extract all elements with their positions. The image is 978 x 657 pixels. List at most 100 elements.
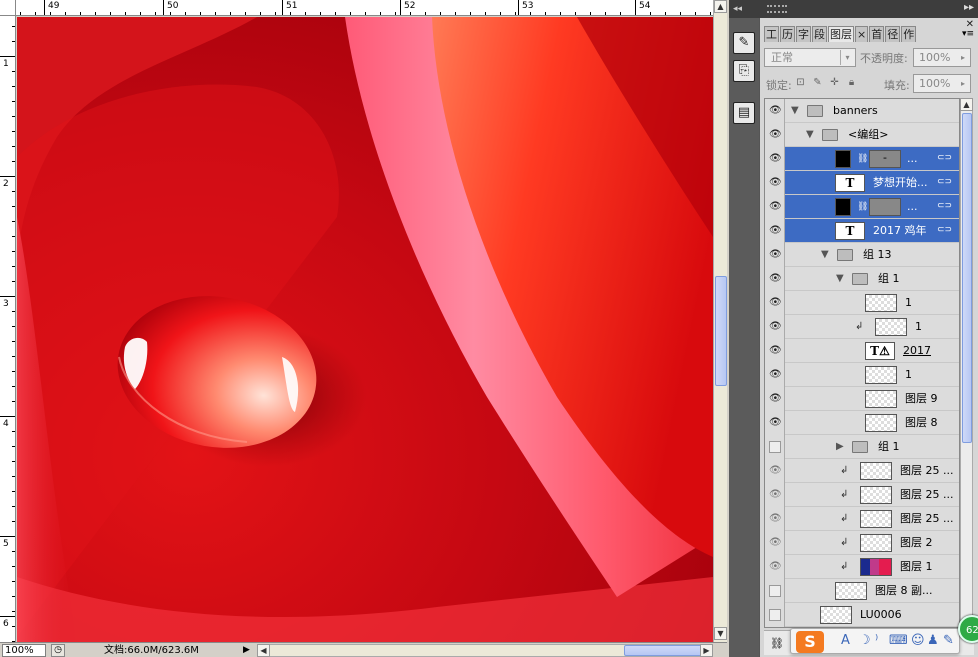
layer-row[interactable]: 👁︎ 图层 8 xyxy=(765,411,959,435)
tab-8[interactable]: 作 xyxy=(901,26,917,42)
layer-row[interactable]: 👁︎ T⚠ 2017 xyxy=(765,339,959,363)
layers-scroll-thumb[interactable] xyxy=(962,113,972,443)
layer-row[interactable]: 👁︎ ⛓... ⊂⊃ xyxy=(765,195,959,219)
network-badge[interactable]: 62 xyxy=(958,615,978,643)
opacity-field[interactable]: 100% ▸ xyxy=(913,48,971,67)
layer-visibility-toggle[interactable]: 👁︎ xyxy=(765,219,785,243)
layer-visibility-toggle[interactable]: 👁︎ xyxy=(765,315,785,339)
layer-visibility-toggle[interactable]: 👁︎ xyxy=(765,171,785,195)
layer-row[interactable]: ▶ 组 1 xyxy=(765,435,959,459)
layer-visibility-toggle[interactable] xyxy=(765,579,785,603)
layer-visibility-toggle[interactable]: 👁︎ xyxy=(765,411,785,435)
tab-0[interactable]: 工 xyxy=(764,26,779,42)
layer-row[interactable]: 👁︎ T 2017 鸡年 ⊂⊃ xyxy=(765,219,959,243)
horizontal-scroll-thumb[interactable] xyxy=(624,645,704,656)
layer-visibility-toggle[interactable]: 👁︎ xyxy=(765,531,785,555)
canvas-vertical-scrollbar[interactable]: ▲ ▼ xyxy=(713,0,727,642)
dock-collapse-icon[interactable]: ◂◂ xyxy=(729,0,759,18)
ime-moon-icon[interactable]: ☽ xyxy=(859,633,871,648)
layer-visibility-toggle[interactable]: 👁︎ xyxy=(765,123,785,147)
layer-visibility-toggle[interactable]: 👁︎ xyxy=(765,291,785,315)
clone-source-icon[interactable]: ⎘ xyxy=(733,60,755,82)
scroll-up-icon[interactable]: ▲ xyxy=(960,98,973,111)
link-layers-icon[interactable]: ⛓ xyxy=(770,637,784,650)
layer-row[interactable]: 👁︎ 图层 9 xyxy=(765,387,959,411)
ime-logo[interactable]: S xyxy=(796,631,824,653)
notes-icon[interactable]: ▤ xyxy=(733,102,755,124)
expand-triangle-icon[interactable]: ▼ xyxy=(791,105,799,116)
layer-row[interactable]: 👁︎ ⛓ -... ⊂⊃ xyxy=(765,147,959,171)
layer-row[interactable]: 👁︎ ↲ 图层 25 ... xyxy=(765,459,959,483)
tab-4[interactable]: 图层 xyxy=(828,26,854,42)
ime-mode-icon[interactable]: A xyxy=(841,633,850,648)
layer-visibility-toggle[interactable]: 👁︎ xyxy=(765,459,785,483)
layer-visibility-toggle[interactable] xyxy=(765,435,785,459)
layer-row[interactable]: 👁︎ 1 xyxy=(765,363,959,387)
scroll-up-icon[interactable]: ▲ xyxy=(714,0,727,13)
scroll-down-icon[interactable]: ▼ xyxy=(714,627,727,640)
scroll-left-icon[interactable]: ◀ xyxy=(257,644,270,657)
status-info-icon[interactable]: ◷ xyxy=(51,644,65,657)
zoom-field[interactable]: 100% xyxy=(2,644,46,657)
brush-tool-icon[interactable]: ✎ xyxy=(733,32,755,54)
panel-menu-icon[interactable]: ▾≡ xyxy=(962,29,974,39)
layer-row[interactable]: 👁︎ T 梦想开始... ⊂⊃ xyxy=(765,171,959,195)
tab-3[interactable]: 段 xyxy=(812,26,827,42)
tab-5[interactable]: × xyxy=(855,26,869,42)
panel-expand-icon[interactable]: ▸▸ xyxy=(964,2,974,13)
layer-row[interactable]: 👁︎ 1 xyxy=(765,291,959,315)
document-canvas[interactable] xyxy=(17,17,713,642)
layer-row[interactable]: 👁︎ ▼ 组 13 xyxy=(765,243,959,267)
tab-7[interactable]: 径 xyxy=(885,26,901,42)
layer-row[interactable]: 👁︎ ↲ 图层 2 xyxy=(765,531,959,555)
ime-punct-icon[interactable]: ⁾ xyxy=(875,633,878,648)
lock-transparent-icon[interactable]: ⊡ xyxy=(794,76,807,89)
expand-triangle-icon[interactable]: ▼ xyxy=(806,129,814,140)
layer-row[interactable]: 👁︎ ↲ 图层 1 xyxy=(765,555,959,579)
layer-row[interactable]: 👁︎ ▼ <编组> xyxy=(765,123,959,147)
layer-visibility-toggle[interactable]: 👁︎ xyxy=(765,147,785,171)
lock-image-icon[interactable]: ✎ xyxy=(811,76,824,89)
vertical-scroll-thumb[interactable] xyxy=(715,276,727,386)
layer-visibility-toggle[interactable]: 👁︎ xyxy=(765,387,785,411)
layer-row[interactable]: 👁︎ ▼ 组 1 xyxy=(765,267,959,291)
layer-row[interactable]: 👁︎ ▼ banners xyxy=(765,99,959,123)
layer-visibility-toggle[interactable] xyxy=(765,603,785,627)
layer-visibility-toggle[interactable]: 👁︎ xyxy=(765,339,785,363)
lock-position-icon[interactable]: ✛ xyxy=(828,76,841,89)
layer-visibility-toggle[interactable]: 👁︎ xyxy=(765,267,785,291)
layers-scrollbar[interactable]: ▲ xyxy=(960,98,973,628)
fill-arrow-icon[interactable]: ▸ xyxy=(961,75,965,92)
blend-mode-select[interactable]: 正常 ▾ xyxy=(764,48,856,67)
scroll-right-icon[interactable]: ▶ xyxy=(700,644,713,657)
ime-user-icon[interactable]: ☺ xyxy=(911,633,925,648)
mask-link-icon[interactable]: ⛓ xyxy=(857,154,868,164)
panel-grip[interactable] xyxy=(767,5,787,13)
chevron-down-icon[interactable]: ▾ xyxy=(840,50,854,65)
layer-row[interactable]: 👁︎ ↲ 1 xyxy=(765,315,959,339)
collapse-triangle-icon[interactable]: ▶ xyxy=(836,441,844,452)
layer-row[interactable]: 图层 8 副... xyxy=(765,579,959,603)
layer-row[interactable]: 👁︎ ↲ 图层 25 ... xyxy=(765,507,959,531)
ime-keyboard-icon[interactable]: ⌨ xyxy=(889,633,908,648)
layer-visibility-toggle[interactable]: 👁︎ xyxy=(765,99,785,123)
layer-row[interactable]: LU0006 xyxy=(765,603,959,627)
layer-visibility-toggle[interactable]: 👁︎ xyxy=(765,507,785,531)
expand-triangle-icon[interactable]: ▼ xyxy=(821,249,829,260)
layer-visibility-toggle[interactable]: 👁︎ xyxy=(765,483,785,507)
fill-field[interactable]: 100% ▸ xyxy=(913,74,971,93)
tab-2[interactable]: 字 xyxy=(796,26,811,42)
layer-visibility-toggle[interactable]: 👁︎ xyxy=(765,555,785,579)
layer-visibility-toggle[interactable]: 👁︎ xyxy=(765,243,785,267)
ime-skin-icon[interactable]: ♟ xyxy=(927,633,939,648)
expand-triangle-icon[interactable]: ▼ xyxy=(836,273,844,284)
ime-tools-icon[interactable]: ✎ xyxy=(943,633,954,648)
layer-visibility-toggle[interactable]: 👁︎ xyxy=(765,195,785,219)
tab-1[interactable]: 历 xyxy=(780,26,795,42)
tab-6[interactable]: 首 xyxy=(869,26,885,42)
ime-toolbar[interactable]: S A ☽ ⁾ ⌨ ☺ ♟ ✎ xyxy=(790,628,960,654)
layer-visibility-toggle[interactable]: 👁︎ xyxy=(765,363,785,387)
layers-list[interactable]: 👁︎ ▼ banners 👁︎ ▼ <编组> 👁︎ ⛓ -... ⊂⊃ 👁︎ T 梦想开始... ⊂⊃ 👁︎… xyxy=(764,98,960,628)
status-menu-arrow-icon[interactable]: ▶ xyxy=(243,645,250,656)
opacity-arrow-icon[interactable]: ▸ xyxy=(961,49,965,66)
